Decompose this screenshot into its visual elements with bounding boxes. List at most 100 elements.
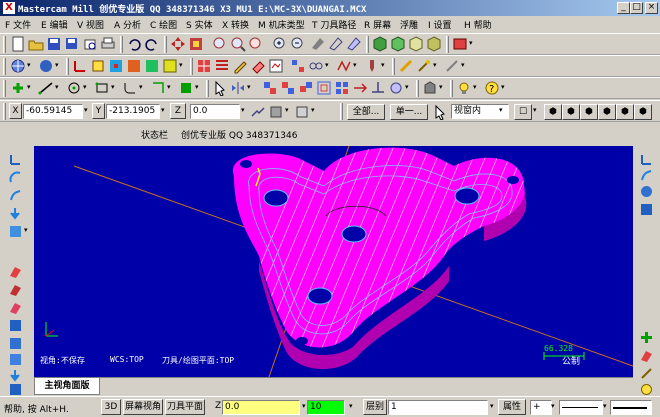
mirror-icon[interactable] bbox=[230, 80, 246, 96]
list-plane-icon[interactable] bbox=[214, 58, 230, 74]
menu-view[interactable]: V 视图 bbox=[77, 18, 104, 31]
select-icon[interactable] bbox=[212, 80, 228, 96]
back-face-icon[interactable]: ⬢ bbox=[616, 104, 634, 120]
config-snap-icon[interactable] bbox=[294, 104, 310, 120]
arc-icon[interactable] bbox=[8, 170, 23, 185]
dropdown-arrow-icon[interactable]: ▾ bbox=[27, 83, 31, 91]
fillet-icon[interactable] bbox=[122, 80, 138, 96]
trim-icon[interactable] bbox=[150, 80, 166, 96]
repaint-icon[interactable] bbox=[188, 36, 204, 52]
x-coord-label[interactable]: X bbox=[9, 103, 22, 119]
axes-icon[interactable] bbox=[72, 58, 88, 74]
dropdown-arrow-icon[interactable]: ▾ bbox=[55, 61, 59, 69]
wireframe-icon[interactable] bbox=[328, 36, 344, 52]
circle-icon[interactable] bbox=[66, 80, 82, 96]
fast-point-icon[interactable] bbox=[250, 104, 266, 120]
dropdown-arrow-icon[interactable]: ▾ bbox=[139, 83, 143, 91]
close-button[interactable]: × bbox=[645, 2, 658, 14]
menu-xform[interactable]: X 转换 bbox=[222, 18, 249, 31]
dropdown-arrow-icon[interactable]: ▾ bbox=[167, 83, 171, 91]
hidden-line-icon[interactable] bbox=[346, 36, 362, 52]
shade-icon[interactable] bbox=[310, 36, 326, 52]
curve-icon[interactable] bbox=[8, 188, 23, 203]
dropdown-arrow-icon[interactable]: ▾ bbox=[490, 402, 494, 410]
light-bulb-icon[interactable] bbox=[456, 80, 472, 96]
analyze-icon[interactable] bbox=[268, 58, 284, 74]
cube-outline-icon[interactable] bbox=[408, 36, 424, 52]
dropdown-arrow-icon[interactable]: ▾ bbox=[241, 106, 245, 114]
dropdown-arrow-icon[interactable]: ▾ bbox=[405, 83, 409, 91]
toolbar-grip[interactable] bbox=[164, 36, 167, 53]
point-icon[interactable] bbox=[10, 80, 26, 96]
layer-field[interactable]: 1 bbox=[388, 400, 488, 415]
dropdown-arrow-icon[interactable]: ▾ bbox=[501, 83, 505, 91]
zoom-in-icon[interactable] bbox=[272, 36, 288, 52]
attributes-button[interactable]: 属性 bbox=[498, 399, 526, 415]
zoom-out-icon[interactable] bbox=[290, 36, 306, 52]
mask-box-icon[interactable]: ☐ bbox=[514, 104, 532, 120]
rotate-icon[interactable] bbox=[280, 80, 296, 96]
side-view-icon[interactable] bbox=[144, 58, 160, 74]
surface-trim-icon[interactable] bbox=[8, 352, 23, 367]
maximize-button[interactable]: □ bbox=[630, 2, 643, 14]
print-preview-icon[interactable] bbox=[82, 36, 98, 52]
surface-revolved-icon[interactable] bbox=[8, 282, 23, 297]
menu-create[interactable]: C 绘图 bbox=[150, 18, 177, 31]
level-field[interactable]: 10 bbox=[307, 400, 345, 415]
y-coord-label[interactable]: Y bbox=[92, 103, 105, 119]
dropdown-arrow-icon[interactable]: ▾ bbox=[84, 106, 88, 114]
menu-settings[interactable]: I 设置 bbox=[428, 18, 452, 31]
surface-swept-icon[interactable] bbox=[8, 300, 23, 315]
globe-icon[interactable] bbox=[10, 58, 26, 74]
tool-icon[interactable] bbox=[639, 366, 654, 381]
toolbar-grip[interactable] bbox=[416, 80, 419, 97]
graphics-viewport[interactable]: 视角:不保存 WCS:TOP 刀具/绘图平面:TOP 66.328 公制 bbox=[34, 146, 633, 377]
dropdown-arrow-icon[interactable]: ▾ bbox=[24, 226, 28, 234]
toolbar-grip[interactable] bbox=[366, 36, 369, 53]
dropdown-arrow-icon[interactable]: ▾ bbox=[179, 61, 183, 69]
verify-select-icon[interactable]: ⬢ bbox=[634, 104, 652, 120]
menu-file[interactable]: F 文件 bbox=[5, 18, 31, 31]
dropdown-arrow-icon[interactable]: ▾ bbox=[302, 402, 306, 410]
3d-toggle-button[interactable]: 3D bbox=[101, 399, 121, 415]
stretch-icon[interactable] bbox=[352, 80, 368, 96]
menu-solids[interactable]: S 实体 bbox=[186, 18, 213, 31]
dropdown-arrow-icon[interactable]: ▾ bbox=[533, 106, 537, 114]
unzoom-icon[interactable] bbox=[248, 36, 264, 52]
dropdown-arrow-icon[interactable]: ▾ bbox=[247, 83, 251, 91]
sphere-icon[interactable] bbox=[38, 58, 54, 74]
open-folder-icon[interactable] bbox=[28, 36, 44, 52]
undo-icon[interactable] bbox=[126, 36, 142, 52]
dropdown-arrow-icon[interactable]: ▾ bbox=[349, 402, 353, 410]
new-file-icon[interactable] bbox=[10, 36, 26, 52]
iso-view-icon[interactable] bbox=[162, 58, 178, 74]
cube-blue-icon[interactable] bbox=[639, 202, 654, 217]
verify-icon[interactable] bbox=[416, 58, 432, 74]
dropdown-arrow-icon[interactable]: ▾ bbox=[311, 106, 315, 114]
sphere-blue-icon[interactable] bbox=[639, 184, 654, 199]
spline-icon[interactable] bbox=[178, 80, 194, 96]
line-icon[interactable] bbox=[38, 80, 54, 96]
backplot-icon[interactable] bbox=[398, 58, 414, 74]
toolbar-grip[interactable] bbox=[3, 80, 6, 97]
minimize-button[interactable]: _ bbox=[617, 2, 630, 14]
red-shape-icon[interactable] bbox=[639, 348, 654, 363]
top-view-icon[interactable] bbox=[108, 58, 124, 74]
x-coord-field[interactable]: -60.59145 bbox=[23, 104, 83, 119]
solid-extrude-icon[interactable] bbox=[422, 80, 438, 96]
dropdown-arrow-icon[interactable]: ▾ bbox=[285, 106, 289, 114]
selection-mode-icon[interactable] bbox=[432, 104, 448, 120]
shaded-cube-icon[interactable] bbox=[390, 36, 406, 52]
menu-screen[interactable]: R 屏幕 bbox=[364, 18, 391, 31]
surface-blend-icon[interactable] bbox=[8, 382, 23, 397]
z-coord-field[interactable]: 0.0 bbox=[190, 104, 240, 119]
dropdown-arrow-icon[interactable]: ▾ bbox=[603, 402, 607, 410]
pencil-icon[interactable] bbox=[232, 58, 248, 74]
check-icon[interactable] bbox=[639, 382, 654, 397]
y-coord-field[interactable]: -213.1905 bbox=[106, 104, 160, 119]
down-arrow-icon[interactable] bbox=[8, 206, 23, 221]
toolbar-grip[interactable] bbox=[3, 36, 6, 53]
question-icon[interactable]: ? bbox=[484, 80, 500, 96]
z-depth-icon[interactable] bbox=[639, 152, 654, 167]
dropdown-arrow-icon[interactable]: ▾ bbox=[433, 61, 437, 69]
